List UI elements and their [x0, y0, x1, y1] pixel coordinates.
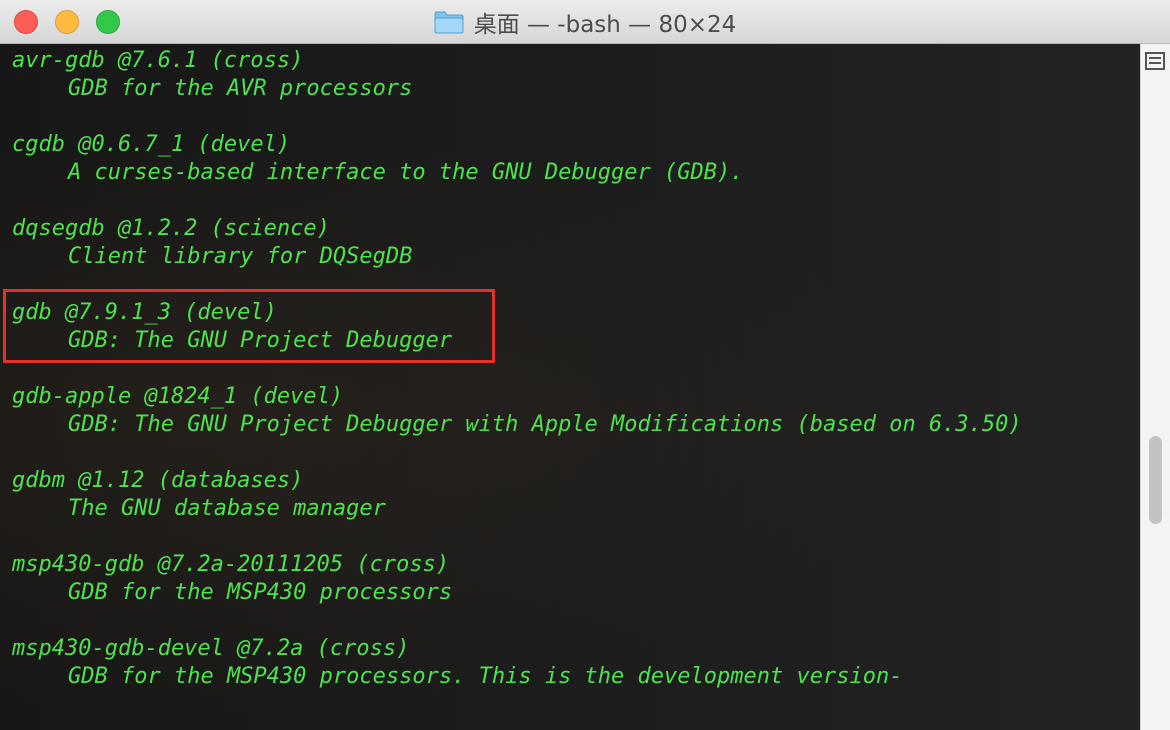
package-name: msp430-gdb-devel @7.2a (cross): [12, 636, 410, 661]
package-description: GDB for the MSP430 processors: [68, 580, 453, 605]
folder-icon: [434, 11, 464, 34]
package-description: The GNU database manager: [68, 496, 386, 521]
terminal-lines: avr-gdb @7.6.1 (cross) GDB for the AVR pr…: [0, 44, 1140, 730]
window-title-area: 桌面 — -bash — 80×24: [0, 0, 1170, 44]
package-name: msp430-gdb @7.2a-20111205 (cross): [12, 552, 450, 577]
terminal-window: 桌面 — -bash — 80×24 avr-gdb @7.6.1 (cross…: [0, 0, 1170, 730]
split-pane-icon[interactable]: [1145, 52, 1165, 70]
package-description: A curses-based interface to the GNU Debu…: [68, 160, 744, 185]
vertical-scrollbar[interactable]: [1140, 44, 1170, 730]
package-name: gdbm @1.12 (databases): [12, 468, 304, 493]
scroll-thumb[interactable]: [1149, 436, 1162, 524]
package-name: avr-gdb @7.6.1 (cross): [12, 48, 304, 73]
terminal-output[interactable]: avr-gdb @7.6.1 (cross) GDB for the AVR pr…: [0, 44, 1140, 730]
package-description: Client library for DQSegDB: [68, 244, 413, 269]
package-name: gdb-apple @1824_1 (devel): [12, 384, 344, 409]
package-description: GDB for the MSP430 processors. This is t…: [68, 664, 903, 689]
package-description: GDB for the AVR processors: [68, 76, 413, 101]
package-name: dqsegdb @1.2.2 (science): [12, 216, 330, 241]
package-description: GDB: The GNU Project Debugger with Apple…: [68, 412, 1022, 437]
title-bar[interactable]: 桌面 — -bash — 80×24: [0, 0, 1170, 44]
window-title: 桌面 — -bash — 80×24: [473, 12, 737, 38]
highlight-box: [3, 289, 495, 363]
package-name: cgdb @0.6.7_1 (devel): [12, 132, 291, 157]
